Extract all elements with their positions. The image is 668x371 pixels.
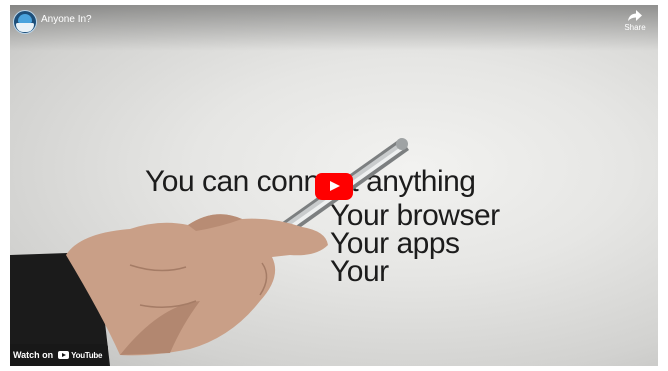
video-title[interactable]: Anyone In?: [41, 14, 92, 25]
share-arrow-icon: [628, 10, 642, 21]
watch-on-youtube-button[interactable]: Watch on YouTube: [10, 344, 109, 366]
share-button[interactable]: Share: [620, 10, 650, 32]
youtube-wordmark: YouTube: [71, 350, 103, 360]
video-player[interactable]: You can connect anything Your browser Yo…: [10, 5, 658, 366]
youtube-logo-icon: [58, 351, 70, 359]
youtube-logo: YouTube: [58, 351, 102, 360]
top-gradient-overlay: [10, 5, 658, 51]
channel-avatar-icon[interactable]: [13, 10, 37, 34]
play-button[interactable]: [315, 173, 353, 200]
share-label: Share: [624, 23, 646, 32]
watch-on-label: Watch on: [13, 350, 54, 360]
play-icon: [330, 181, 340, 191]
